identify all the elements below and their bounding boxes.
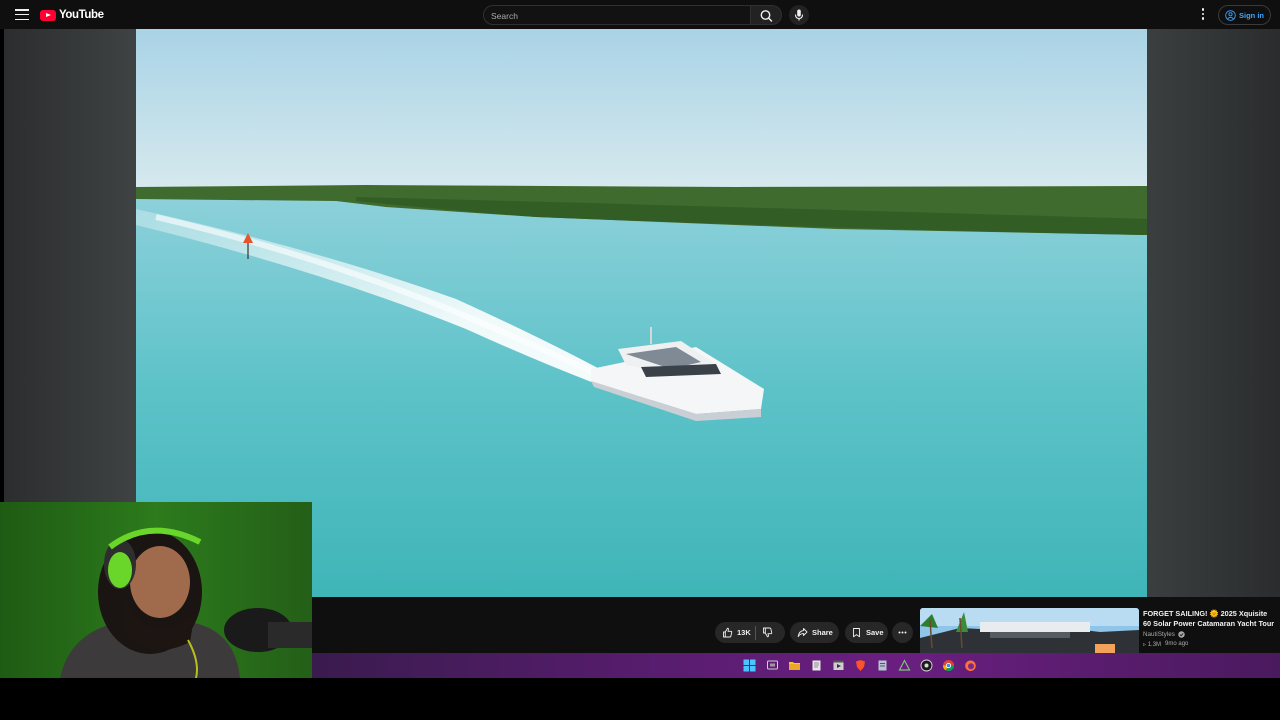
firefox-icon[interactable] <box>964 659 977 672</box>
windows-start-icon[interactable] <box>743 659 756 672</box>
view-count: ▹ 1.3M <box>1143 642 1162 648</box>
notepad-icon[interactable] <box>810 659 823 672</box>
sign-in-button[interactable]: Sign in <box>1218 5 1271 25</box>
streamer-webcam-overlay <box>0 502 312 678</box>
thumbs-down-icon <box>762 627 772 638</box>
channel-name: NautiStyles <box>1143 631 1175 638</box>
file-explorer-icon[interactable] <box>788 659 801 672</box>
share-label: Share <box>812 628 833 637</box>
mic-icon <box>794 9 804 21</box>
menu-icon[interactable] <box>15 9 29 21</box>
brand-name: YouTube <box>59 9 104 21</box>
task-view-icon[interactable] <box>766 659 779 672</box>
recommended-title[interactable]: FORGET SAILING! 🌞 2025 Xquisite 60 Solar… <box>1143 609 1275 629</box>
verified-icon <box>1178 631 1185 638</box>
recommended-channel[interactable]: NautiStyles <box>1143 631 1185 638</box>
editor-app-icon[interactable] <box>898 659 911 672</box>
more-actions-button[interactable] <box>892 622 913 643</box>
youtube-logo[interactable]: YouTube <box>40 8 104 22</box>
search-box[interactable] <box>483 5 751 25</box>
video-editor-icon[interactable] <box>832 659 845 672</box>
brave-browser-icon[interactable] <box>854 659 867 672</box>
sign-in-label: Sign in <box>1239 10 1264 20</box>
thumbnail-image <box>920 608 1139 653</box>
search-icon <box>760 10 773 22</box>
like-count: 13K <box>737 628 751 637</box>
thumbs-up-icon <box>723 627 733 638</box>
recommended-meta: ▹ 1.3M 9mo ago <box>1143 641 1188 648</box>
account-icon <box>1225 9 1236 21</box>
more-horiz-icon <box>898 631 907 634</box>
voice-search-button[interactable] <box>789 5 809 25</box>
share-button[interactable]: Share <box>790 622 839 643</box>
like-divider <box>754 625 756 640</box>
youtube-play-icon <box>40 9 56 21</box>
document-app-icon[interactable] <box>876 659 889 672</box>
upload-age: 9mo ago <box>1165 641 1189 647</box>
top-bar: YouTube Sign in <box>0 0 1280 29</box>
save-label: Save <box>866 628 884 637</box>
view-count-value: 1.3M <box>1147 642 1162 648</box>
save-button[interactable]: Save <box>845 622 888 643</box>
screen: YouTube Sign in <box>0 0 1280 720</box>
more-vert-icon[interactable] <box>1197 8 1209 22</box>
search-input[interactable] <box>484 7 750 25</box>
webcam-feed <box>0 502 312 678</box>
save-playlist-icon <box>853 628 860 638</box>
dislike-button[interactable] <box>762 627 773 638</box>
chrome-browser-icon[interactable] <box>942 659 955 672</box>
share-icon <box>797 628 808 638</box>
recommended-video-thumbnail[interactable] <box>920 608 1139 653</box>
like-button[interactable]: 13K <box>715 627 751 638</box>
search-button[interactable] <box>751 5 782 25</box>
like-dislike-group: 13K <box>715 622 785 643</box>
obs-studio-icon[interactable] <box>920 659 933 672</box>
